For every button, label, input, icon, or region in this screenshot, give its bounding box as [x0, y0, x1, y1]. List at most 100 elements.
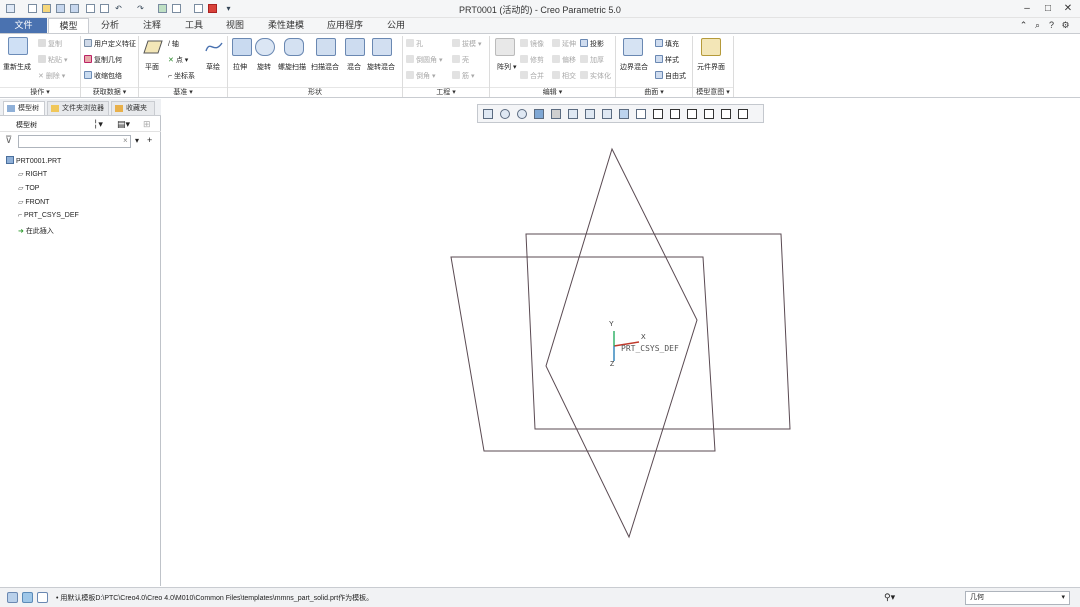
chamfer-icon — [406, 71, 414, 79]
search-icon[interactable]: ⌕ — [1032, 20, 1043, 31]
browser-icon[interactable] — [22, 592, 33, 603]
tree-insert-here[interactable]: ➜ 在此插入 — [18, 226, 54, 236]
group-surfaces-label[interactable]: 曲面 ▾ — [616, 87, 692, 98]
style-button[interactable]: 样式 — [655, 55, 679, 65]
tree-filter-icon[interactable]: ⊞ — [143, 119, 151, 130]
delete-icon: ✕ — [38, 73, 46, 80]
tab-flexible-modeling[interactable]: 柔性建模 — [258, 18, 314, 33]
copy-button[interactable]: 复制 — [38, 39, 62, 49]
swept-blend-button[interactable]: 扫描混合 — [311, 62, 339, 72]
full-screen-icon[interactable] — [37, 592, 48, 603]
boundary-blend-button[interactable]: 边界混合 — [620, 62, 648, 72]
tab-tools[interactable]: 工具 — [176, 18, 212, 33]
minimize-button[interactable]: – — [1017, 1, 1037, 17]
datum-plane-top[interactable] — [450, 256, 716, 452]
point-button[interactable]: ✕ 点 ▾ — [168, 55, 188, 65]
plane-button[interactable]: 平面 — [145, 62, 159, 72]
toggle-navigator-icon[interactable] — [7, 592, 18, 603]
tab-favorites[interactable]: 收藏夹 — [111, 101, 155, 115]
maximize-button[interactable]: □ — [1038, 1, 1058, 17]
tree-search-input[interactable] — [18, 135, 131, 148]
search-options-icon[interactable]: ▾ — [135, 136, 139, 145]
help-icon[interactable]: ? — [1046, 20, 1057, 31]
axis-button[interactable]: / 轴 — [168, 39, 179, 49]
shrinkwrap-button[interactable]: 收缩包络 — [84, 71, 122, 81]
window-close-button[interactable]: ✕ — [1058, 1, 1078, 17]
tab-view[interactable]: 视图 — [217, 18, 253, 33]
datum-plane-front[interactable] — [525, 233, 791, 430]
hole-button[interactable]: 孔 — [406, 39, 423, 49]
paste-button[interactable]: 粘贴 ▾ — [38, 55, 67, 65]
tree-item-top[interactable]: ▱ TOP — [18, 184, 39, 192]
group-shapes-label[interactable]: 形状 — [228, 87, 402, 98]
shell-button[interactable]: 壳 — [452, 55, 469, 65]
csys-button[interactable]: ⌐ 坐标系 — [168, 71, 195, 81]
tree-item-right[interactable]: ▱ RIGHT — [18, 170, 47, 178]
tab-annotate[interactable]: 注释 — [134, 18, 170, 33]
intersect-button[interactable]: 相交 — [552, 71, 576, 81]
extend-button[interactable]: 延伸 — [552, 39, 576, 49]
freestyle-button[interactable]: 自由式 — [655, 71, 686, 81]
tab-analysis[interactable]: 分析 — [92, 18, 128, 33]
group-engineering-label[interactable]: 工程 ▾ — [403, 87, 489, 98]
pattern-button[interactable]: 阵列 ▾ — [497, 62, 516, 72]
mirror-icon — [520, 39, 528, 47]
group-operations-label[interactable]: 操作 ▾ — [0, 87, 80, 98]
group-datum-label[interactable]: 基准 ▾ — [139, 87, 227, 98]
helical-sweep-button[interactable]: 螺旋扫描 — [278, 62, 306, 72]
round-button[interactable]: 倒圆角 ▾ — [406, 55, 442, 65]
regenerate-button[interactable]: 重新生成 — [3, 62, 31, 72]
clear-search-icon[interactable]: × — [123, 136, 128, 145]
tree-item-csys[interactable]: ⌐ PRT_CSYS_DEF — [18, 212, 79, 219]
draft-button[interactable]: 拔模 ▾ — [452, 39, 481, 49]
fill-button[interactable]: 填充 — [655, 39, 679, 49]
merge-button[interactable]: 合并 — [520, 71, 544, 81]
folder-icon — [51, 105, 59, 112]
csys-y-label: Y — [609, 321, 614, 328]
tree-settings-icon[interactable]: ▤▾ — [117, 119, 130, 130]
revolve-button[interactable]: 旋转 — [257, 62, 271, 72]
chamfer-button[interactable]: 倒角 ▾ — [406, 71, 435, 81]
blend-button[interactable]: 混合 — [347, 62, 361, 72]
tab-file[interactable]: 文件 — [0, 18, 47, 33]
tree-root-part[interactable]: PRT0001.PRT — [6, 156, 61, 165]
plane-shape — [143, 40, 163, 54]
project-button[interactable]: 投影 — [580, 39, 604, 49]
delete-button[interactable]: ✕ 删除 ▾ — [38, 71, 65, 81]
rib-button[interactable]: 筋 ▾ — [452, 71, 474, 81]
extrude-button[interactable]: 拉伸 — [233, 62, 247, 72]
group-editing-label[interactable]: 编辑 ▾ — [490, 87, 615, 98]
mirror-button[interactable]: 镜像 — [520, 39, 544, 49]
group-separator — [733, 36, 734, 97]
tree-columns-icon[interactable]: ╎▾ — [93, 119, 103, 130]
udf-button[interactable]: 用户定义特征 — [84, 39, 136, 49]
smart-select-icon[interactable]: ⚲▾ — [884, 592, 895, 603]
graphics-window[interactable]: PRT_CSYS_DEF Y X Z — [162, 99, 1080, 586]
offset-button[interactable]: 偏移 — [552, 55, 576, 65]
group-model-intent-label[interactable]: 模型意图 ▾ — [693, 87, 733, 98]
component-interface-button[interactable]: 元件界面 — [697, 62, 725, 72]
group-get-data-label[interactable]: 获取数据 ▾ — [81, 87, 138, 98]
datum-plane-right[interactable] — [545, 147, 698, 539]
selection-filter-select[interactable]: 几何 ▾ — [965, 591, 1070, 605]
chevron-down-icon: ▾ — [1061, 594, 1065, 601]
tree-item-front[interactable]: ▱ FRONT — [18, 198, 49, 206]
tab-model-tree[interactable]: 模型树 — [3, 101, 45, 115]
tab-applications[interactable]: 应用程序 — [318, 18, 372, 33]
tab-folder-browser[interactable]: 文件夹浏览器 — [47, 101, 109, 115]
paste-icon — [38, 55, 46, 63]
copy-geometry-button[interactable]: 复制几何 — [84, 55, 122, 65]
rotational-blend-button[interactable]: 旋转混合 — [367, 62, 395, 72]
trim-button[interactable]: 修剪 — [520, 55, 544, 65]
solidify-button[interactable]: 实体化 — [580, 71, 611, 81]
thicken-button[interactable]: 加厚 — [580, 55, 604, 65]
sketch-button[interactable]: 草绘 — [206, 62, 220, 72]
collapse-ribbon-icon[interactable]: ⌃ — [1018, 20, 1029, 31]
add-filter-icon[interactable]: + — [147, 135, 152, 145]
tab-model[interactable]: 模型 — [48, 18, 89, 33]
tab-utilities[interactable]: 公用 — [376, 18, 416, 33]
settings-icon[interactable]: ⚙ — [1060, 20, 1071, 31]
shell-icon — [452, 55, 460, 63]
model-tree-icon — [7, 105, 15, 112]
window-title: PRT0001 (活动的) - Creo Parametric 5.0 — [459, 5, 621, 15]
